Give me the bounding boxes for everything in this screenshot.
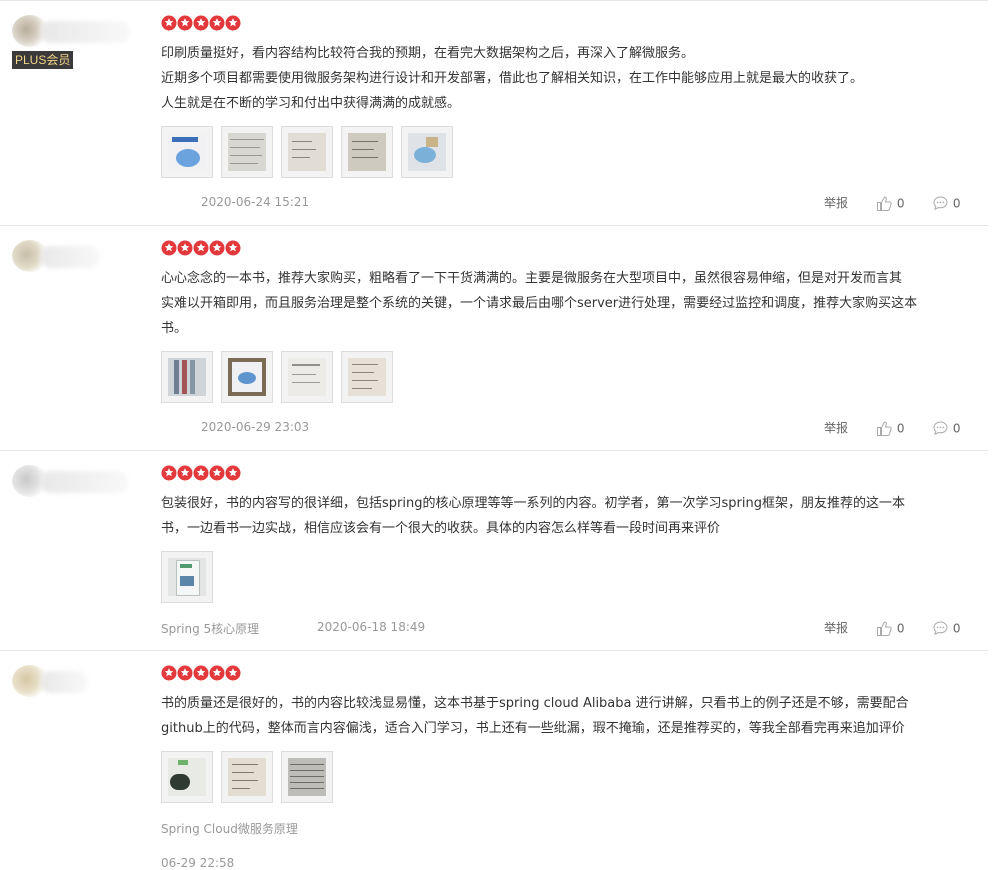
star-icon [209,240,225,256]
report-link[interactable]: 举报 [824,619,848,639]
review-actions: 举报 0 0 [824,419,976,439]
review-image-thumbnail[interactable] [281,751,333,803]
star-icon [193,665,209,681]
review-date: 2020-06-24 15:21 [201,195,310,209]
review-text-line: 实难以开箱即用，而且服务治理是整个系统的关键，一个请求最后由哪个server进行… [161,296,918,311]
thumbs-up-icon [877,421,892,436]
review-actions: 举报 0 0 [824,194,976,214]
reviewer-name-blurred [40,471,128,493]
reviewer-name-blurred [40,21,130,43]
thumbs-up-icon [877,196,892,211]
review-content: 心心念念的一本书，推荐大家购买，粗略看了一下干货满满的。主要是微服务在大型项目中… [161,266,981,341]
review-image-thumbnail[interactable] [221,351,273,403]
comment-count: 0 [952,196,961,211]
review-image-thumbnail[interactable] [341,126,393,178]
comment-button[interactable]: 0 [932,194,960,214]
review-images [161,126,461,178]
review-image-thumbnail[interactable] [281,351,333,403]
like-button[interactable]: 0 [876,619,904,639]
star-icon [225,665,241,681]
review-item: PLUS会员 印刷质量挺好，看内容结构比较符合我的预期，在看完大数据架构之后，再… [0,0,988,225]
review-image-thumbnail[interactable] [221,751,273,803]
star-icon [177,15,193,31]
star-icon [161,240,177,256]
review-text-line: 书的质量还是很好的，书的内容比较浅显易懂，这本书基于spring cloud A… [161,696,909,711]
like-count: 0 [896,621,905,636]
star-icon [209,465,225,481]
review-item: 心心念念的一本书，推荐大家购买，粗略看了一下干货满满的。主要是微服务在大型项目中… [0,225,988,450]
review-text-line: 心心念念的一本书，推荐大家购买，粗略看了一下干货满满的。主要是微服务在大型项目中… [161,271,903,286]
plus-member-badge: PLUS会员 [12,51,74,69]
reviewer-name-blurred [40,246,100,268]
star-icon [193,15,209,31]
product-name[interactable]: Spring Cloud微服务原理 [161,820,298,837]
review-image-thumbnail[interactable] [401,126,453,178]
review-date: 06-29 22:58 [161,856,235,870]
review-text-line: 印刷质量挺好，看内容结构比较符合我的预期，在看完大数据架构之后，再深入了解微服务… [161,46,695,61]
comment-button[interactable]: 0 [932,419,960,439]
report-link[interactable]: 举报 [824,194,848,214]
report-link[interactable]: 举报 [824,419,848,439]
star-icon [177,665,193,681]
comment-button[interactable]: 0 [932,619,960,639]
star-icon [209,665,225,681]
star-icon [209,15,225,31]
review-image-thumbnail[interactable] [161,751,213,803]
review-text-line: 书。 [161,321,188,336]
review-item: 书的质量还是很好的，书的内容比较浅显易懂，这本书基于spring cloud A… [0,650,988,870]
review-image-thumbnail[interactable] [161,551,213,603]
review-image-thumbnail[interactable] [161,126,213,178]
like-count: 0 [896,421,905,436]
like-button[interactable]: 0 [876,194,904,214]
review-content: 印刷质量挺好，看内容结构比较符合我的预期，在看完大数据架构之后，再深入了解微服务… [161,41,981,116]
star-icon [177,240,193,256]
review-text-line: 书，一边看书一边实战，相信应该会有一个很大的收获。具体的内容怎么样等看一段时间再… [161,521,721,536]
review-text-line: github上的代码，整体而言内容偏浅，适合入门学习，书上还有一些纰漏，瑕不掩瑜… [161,721,905,736]
star-icon [225,240,241,256]
thumbs-up-icon [877,621,892,636]
star-rating [161,240,241,256]
star-icon [161,665,177,681]
like-button[interactable]: 0 [876,419,904,439]
review-image-thumbnail[interactable] [281,126,333,178]
review-image-thumbnail[interactable] [341,351,393,403]
comment-icon [933,621,948,636]
review-image-thumbnail[interactable] [161,351,213,403]
review-date: 2020-06-18 18:49 [317,620,426,634]
star-rating [161,665,241,681]
star-icon [161,15,177,31]
review-images [161,551,221,603]
star-icon [161,465,177,481]
star-icon [225,465,241,481]
review-text-line: 包装很好，书的内容写的很详细，包括spring的核心原理等等一系列的内容。初学者… [161,496,905,511]
comment-icon [933,196,948,211]
review-image-thumbnail[interactable] [221,126,273,178]
review-date: 2020-06-29 23:03 [201,420,310,434]
star-icon [177,465,193,481]
review-actions: 举报 0 0 [824,619,976,639]
star-icon [225,15,241,31]
like-count: 0 [896,196,905,211]
comment-count: 0 [952,421,961,436]
review-text-line: 近期多个项目都需要使用微服务架构进行设计和开发部署，借此也了解相关知识，在工作中… [161,71,864,86]
star-icon [193,240,209,256]
reviewer-name-blurred [40,671,88,693]
star-icon [193,465,209,481]
review-item: 包装很好，书的内容写的很详细，包括spring的核心原理等等一系列的内容。初学者… [0,450,988,650]
review-images [161,751,341,803]
review-content: 书的质量还是很好的，书的内容比较浅显易懂，这本书基于spring cloud A… [161,691,981,741]
review-content: 包装很好，书的内容写的很详细，包括spring的核心原理等等一系列的内容。初学者… [161,491,981,541]
review-images [161,351,401,403]
product-name[interactable]: Spring 5核心原理 [161,620,259,637]
comment-count: 0 [952,621,961,636]
review-text-line: 人生就是在不断的学习和付出中获得满满的成就感。 [161,96,461,111]
star-rating [161,15,241,31]
comment-icon [933,421,948,436]
star-rating [161,465,241,481]
